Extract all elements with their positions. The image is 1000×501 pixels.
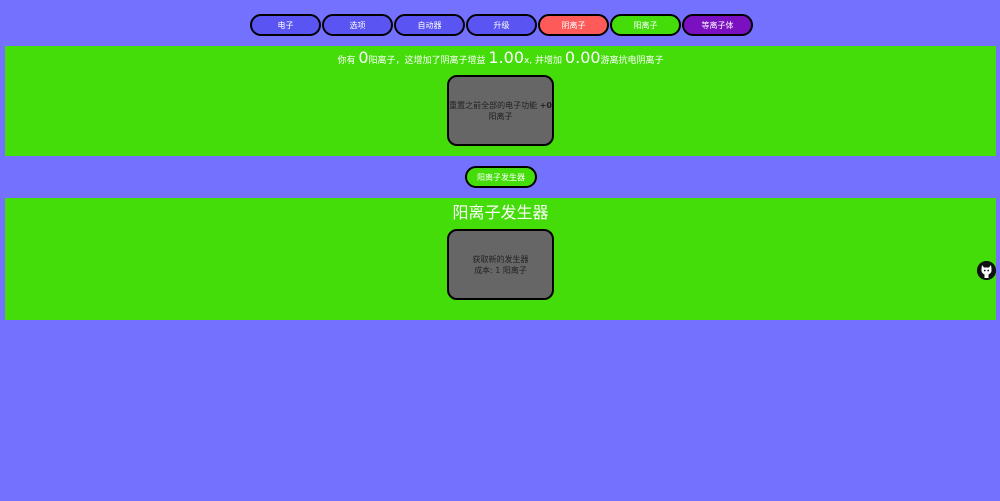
tab-upgrades[interactable]: 升级 [466, 14, 537, 36]
tab-automators[interactable]: 自动器 [394, 14, 465, 36]
cation-generator-panel: 阳离子发生器 获取新的发生器 成本: 1 阳离子 [5, 198, 996, 320]
stats-text-1: 阳离子，这增加了阴离子增益 [368, 56, 489, 66]
buy-generator-label: 获取新的发生器 [472, 254, 529, 264]
anion-multiplier: 1.00 [488, 48, 524, 67]
buy-generator-button[interactable]: 获取新的发生器 成本: 1 阳离子 [447, 229, 554, 300]
reset-description: 重置之前全部的电子功能 [449, 100, 538, 110]
github-icon[interactable] [977, 261, 996, 280]
generator-cost: 成本: 1 阳离子 [474, 265, 527, 275]
stats-prefix: 你有 [337, 56, 359, 66]
cations-count: 0 [358, 48, 369, 67]
tab-plasma[interactable]: 等离子体 [682, 14, 753, 36]
reset-line-2: 阳离子 [488, 111, 513, 121]
tab-cations[interactable]: 阳离子 [610, 14, 681, 36]
cation-reset-button[interactable]: 重置之前全部的电子功能 +0 阳离子 [447, 75, 554, 146]
reset-line-1: 重置之前全部的电子功能 +0 [449, 100, 552, 111]
cation-stats-text: 你有 0阳离子，这增加了阴离子增益 1.00x, 并增加 0.00游离抗电阴离子 [5, 48, 996, 67]
reset-gain: +0 [539, 100, 552, 110]
tab-anions[interactable]: 阴离子 [538, 14, 609, 36]
tab-electrons[interactable]: 电子 [250, 14, 321, 36]
cation-reset-panel: 你有 0阳离子，这增加了阴离子增益 1.00x, 并增加 0.00游离抗电阴离子… [5, 46, 996, 156]
tab-options[interactable]: 选项 [322, 14, 393, 36]
main-tab-bar: 电子 选项 自动器 升级 阴离子 阳离子 等离子体 [250, 14, 753, 36]
resist-value: 0.00 [564, 48, 601, 67]
subtab-cation-generators[interactable]: 阳离子发生器 [465, 166, 537, 188]
stats-text-2: x, 并增加 [524, 56, 565, 66]
generator-section-title: 阳离子发生器 [452, 203, 549, 222]
stats-text-3: 游离抗电阴离子 [600, 56, 664, 66]
